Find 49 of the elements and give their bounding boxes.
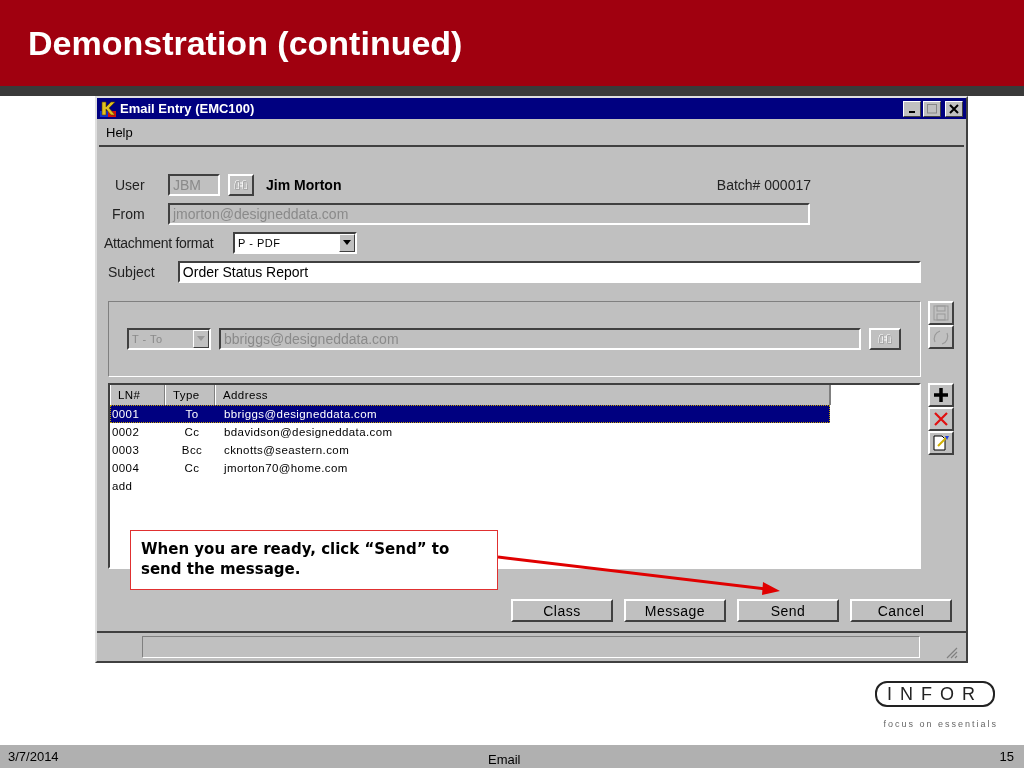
table-row[interactable]: 0001 To bbriggs@designeddata.com — [110, 405, 830, 423]
delete-button[interactable] — [928, 407, 954, 431]
maximize-icon — [926, 103, 938, 114]
action-button[interactable]: Send — [737, 599, 839, 622]
app-icon — [100, 100, 116, 117]
minimize-icon — [909, 110, 915, 113]
binoculars-icon — [234, 179, 248, 191]
binoculars-icon — [878, 333, 892, 345]
close-icon — [948, 103, 960, 114]
arc-icon — [932, 328, 950, 346]
callout-text: When you are ready, click “Send” to send the message. — [130, 530, 498, 590]
attachment-format-dropdown[interactable]: P - PDF — [233, 232, 357, 254]
attachment-format-label: Attachment format — [104, 235, 215, 251]
subject-field[interactable]: Order Status Report — [177, 261, 921, 283]
lookup-button[interactable] — [869, 328, 901, 350]
page-number: 15 — [999, 749, 1014, 764]
delete-icon — [932, 410, 950, 428]
user-name: Jim Morton — [266, 177, 342, 193]
minimize-button[interactable] — [903, 100, 921, 117]
resize-grip-icon — [944, 645, 958, 659]
footer-text: Email — [488, 751, 522, 767]
plus-icon — [932, 386, 950, 404]
logo-tagline: focus on essentials — [883, 719, 998, 729]
user-label: User — [115, 177, 146, 193]
edit-document-icon — [932, 434, 950, 452]
from-label: From — [112, 206, 146, 222]
lookup-button[interactable] — [228, 174, 254, 196]
dropdown-arrow-icon — [196, 336, 206, 342]
close-button[interactable] — [945, 100, 963, 117]
window-title: Email Entry (EMC100) — [120, 101, 256, 116]
dropdown-arrow-icon — [342, 240, 352, 246]
action-button[interactable]: Class — [511, 599, 613, 622]
save-button[interactable] — [928, 301, 954, 325]
add-row-link[interactable]: add — [111, 480, 167, 492]
table-row[interactable]: 0003 Bcc cknotts@seastern.com — [110, 441, 830, 459]
subject-label: Subject — [108, 264, 156, 280]
add-button[interactable] — [928, 383, 954, 407]
maximize-button[interactable] — [923, 100, 941, 117]
menu-item[interactable]: Help — [103, 122, 136, 142]
batch-number: Batch# 000017 — [716, 177, 811, 193]
table-row[interactable]: 0004 Cc jmorton70@home.com — [110, 459, 830, 477]
slide-date: 3/7/2014 — [8, 749, 60, 764]
slide-title: Demonstration (continued) — [28, 23, 463, 63]
table-row[interactable]: 0002 Cc bdavidson@designeddata.com — [110, 423, 830, 441]
action-button[interactable]: Cancel — [850, 599, 952, 622]
refresh-button[interactable] — [928, 325, 954, 349]
logo: INFOR — [875, 681, 995, 707]
action-button[interactable]: Message — [624, 599, 726, 622]
edit-button[interactable] — [928, 431, 954, 455]
